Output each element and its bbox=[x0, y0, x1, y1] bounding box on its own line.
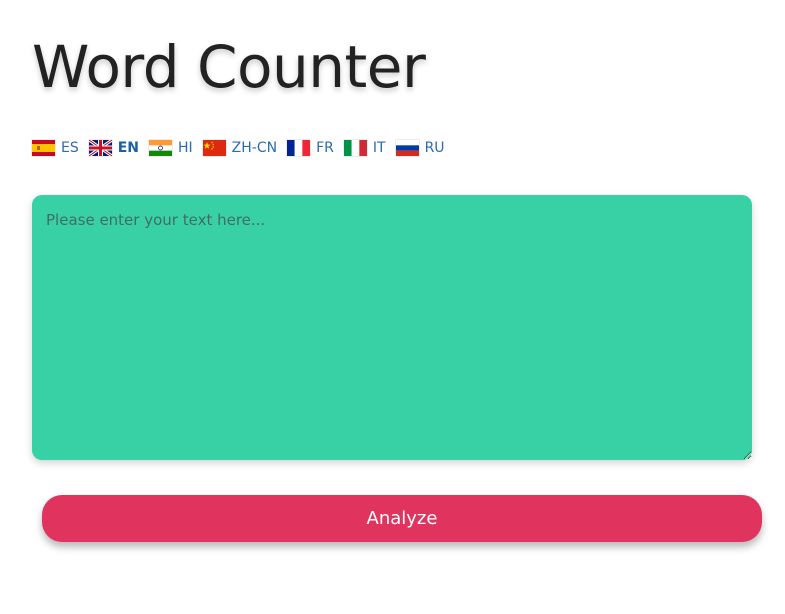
language-label: ES bbox=[61, 140, 79, 156]
language-label: IT bbox=[372, 140, 386, 156]
language-label: FR bbox=[316, 140, 334, 156]
india-flag-icon bbox=[149, 140, 173, 156]
language-option-zh-cn[interactable]: ZH-CN bbox=[202, 137, 278, 159]
language-option-es[interactable]: ES bbox=[32, 137, 79, 159]
language-option-ru[interactable]: RU bbox=[395, 137, 445, 159]
analyze-button[interactable]: Analyze bbox=[42, 495, 762, 542]
language-label: EN bbox=[117, 140, 140, 156]
france-flag-icon bbox=[287, 140, 311, 156]
uk-flag-icon bbox=[88, 140, 112, 156]
language-option-it[interactable]: IT bbox=[343, 137, 386, 159]
text-input[interactable] bbox=[32, 195, 752, 460]
china-flag-icon bbox=[202, 140, 226, 156]
page-title: Word Counter bbox=[32, 33, 426, 101]
language-selector: ES EN HI ZH-CN FR IT RU bbox=[32, 137, 455, 159]
language-label: HI bbox=[178, 140, 193, 156]
italy-flag-icon bbox=[343, 140, 367, 156]
language-label: RU bbox=[424, 140, 445, 156]
language-option-hi[interactable]: HI bbox=[149, 137, 193, 159]
russia-flag-icon bbox=[395, 140, 419, 156]
language-label: ZH-CN bbox=[231, 140, 278, 156]
word-counter-page: Word Counter ES EN HI ZH-CN FR IT RU Ple… bbox=[0, 0, 785, 614]
language-option-fr[interactable]: FR bbox=[287, 137, 334, 159]
spain-flag-icon bbox=[32, 140, 55, 156]
language-option-en[interactable]: EN bbox=[88, 137, 140, 159]
